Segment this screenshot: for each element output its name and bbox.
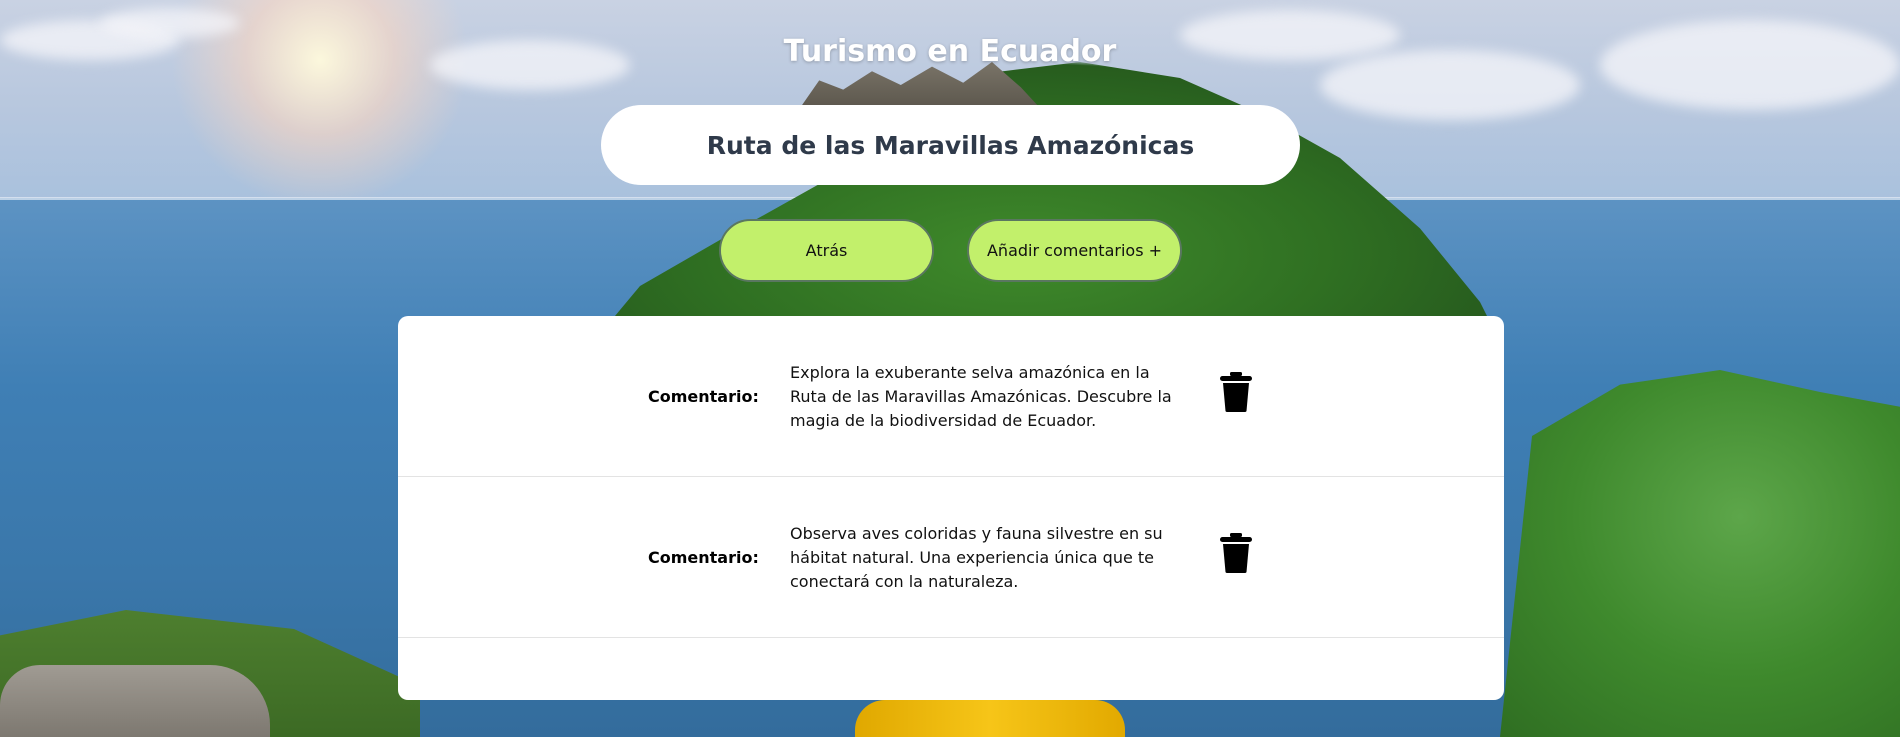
yellow-garment [855, 700, 1125, 737]
comment-row: Comentario: Observa aves coloridas y fau… [398, 477, 1504, 638]
comment-row: Comentario: Explora la exuberante selva … [398, 316, 1504, 477]
comment-label: Comentario: [648, 547, 759, 567]
trash-icon[interactable] [1220, 372, 1252, 412]
right-coast-vegetation [1500, 370, 1900, 737]
trash-icon-svg [1220, 533, 1252, 573]
comment-text: Explora la exuberante selva amazónica en… [790, 363, 1172, 430]
trash-icon-svg [1220, 372, 1252, 412]
comments-panel: Comentario: Explora la exuberante selva … [398, 316, 1504, 700]
add-comment-button[interactable]: Añadir comentarios + [967, 219, 1182, 282]
comment-label: Comentario: [648, 386, 759, 406]
app-title: Turismo en Ecuador [783, 34, 1117, 69]
trash-icon[interactable] [1220, 533, 1252, 573]
foreground-boulder [0, 665, 270, 737]
comment-text: Observa aves coloridas y fauna silvestre… [790, 524, 1163, 591]
route-title-card: Ruta de las Maravillas Amazónicas [601, 105, 1300, 185]
route-title: Ruta de las Maravillas Amazónicas [706, 130, 1195, 160]
back-button[interactable]: Atrás [719, 219, 934, 282]
